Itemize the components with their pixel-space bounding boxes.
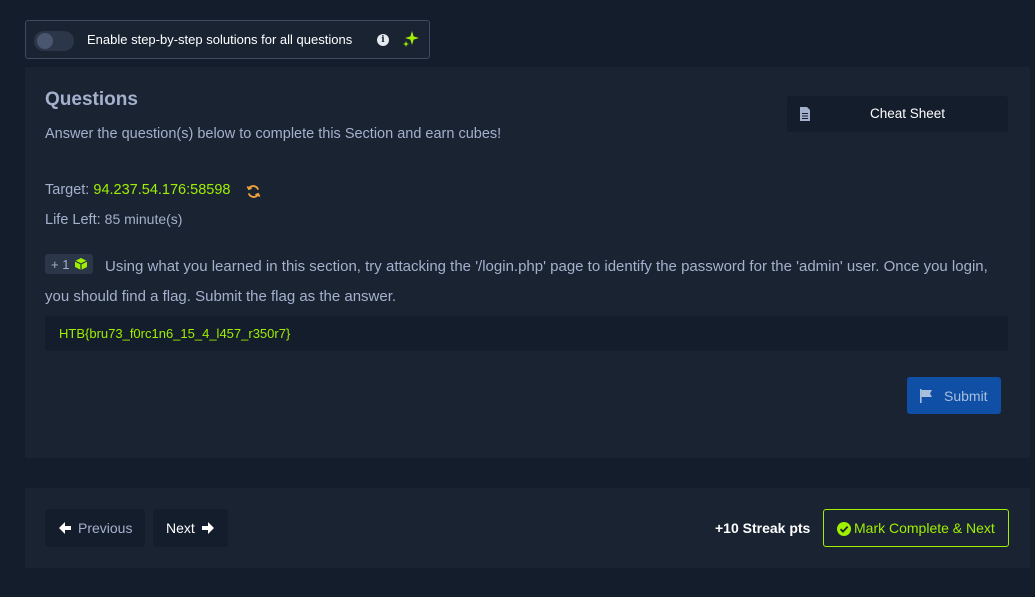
arrow-left-icon xyxy=(59,522,71,534)
arrow-right-icon xyxy=(202,522,214,534)
cheat-sheet-label: Cheat Sheet xyxy=(869,106,946,121)
streak-points: +10 Streak pts xyxy=(715,520,811,536)
step-by-step-switch[interactable] xyxy=(34,31,74,51)
step-by-step-label: Enable step-by-step solutions for all qu… xyxy=(87,32,353,47)
question-text: Using what you learned in this section, … xyxy=(45,258,988,305)
cube-reward-badge: + 1 xyxy=(45,254,93,274)
switch-knob xyxy=(37,33,53,49)
next-label: Next xyxy=(166,520,195,536)
section-subtitle: Answer the question(s) below to complete… xyxy=(45,126,502,142)
next-button[interactable]: Next xyxy=(153,509,228,547)
cheat-sheet-button[interactable]: Cheat Sheet xyxy=(787,96,1008,132)
section-title: Questions xyxy=(45,89,138,110)
submit-label: Submit xyxy=(944,388,988,404)
target-label: Target: xyxy=(45,182,90,198)
check-circle-icon xyxy=(837,522,851,536)
previous-label: Previous xyxy=(78,520,133,536)
info-icon[interactable]: i xyxy=(377,34,389,46)
step-by-step-toggle-bar: Enable step-by-step solutions for all qu… xyxy=(25,20,430,59)
life-left-row: Life Left: 85 minute(s) xyxy=(45,211,182,228)
questions-card: Questions Answer the question(s) below t… xyxy=(25,67,1030,458)
flag-icon xyxy=(920,389,932,403)
mark-complete-label: Mark Complete & Next xyxy=(854,520,995,536)
section-navigation: Previous Next +10 Streak pts Mark Comple… xyxy=(25,488,1030,568)
sparkle-icon[interactable] xyxy=(402,30,420,48)
cube-icon xyxy=(74,258,88,270)
previous-button[interactable]: Previous xyxy=(45,509,145,547)
target-row: Target: 94.237.54.176:58598 xyxy=(45,182,230,198)
submit-button[interactable]: Submit xyxy=(907,377,1001,414)
target-address[interactable]: 94.237.54.176:58598 xyxy=(93,182,230,198)
life-left-value: 85 minute(s) xyxy=(104,211,183,227)
refresh-icon[interactable] xyxy=(246,184,261,199)
mark-complete-next-button[interactable]: Mark Complete & Next xyxy=(823,509,1009,547)
reward-value: + 1 xyxy=(51,256,70,272)
life-left-label: Life Left: xyxy=(45,212,101,228)
answer-input[interactable] xyxy=(45,316,1008,351)
